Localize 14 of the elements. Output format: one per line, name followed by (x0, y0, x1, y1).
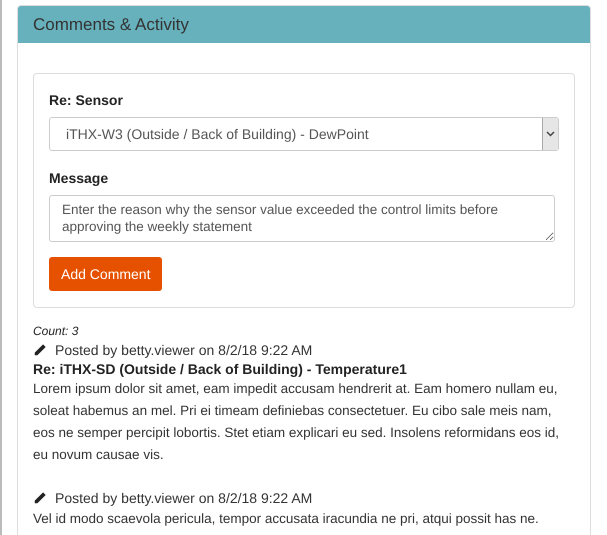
message-field[interactable]: Enter the reason why the sensor value exceeded the control limits before approving the weekly statement (49, 195, 555, 242)
sensor-select[interactable]: iTHX-W3 (Outside / Back of Building) - DewPoint (49, 117, 559, 151)
comment-body: Lorem ipsum dolor sit amet, eam impedit accusam hendrerit at. Eam homero nullam eu, soleat habemus an mel. Pri ei timeam definiebas consectetuer. Eu cibo sale meis nam, eos ne semper percipit lobortis. Stet etiam explicari eu sed. Insolens reformidans eos id, eu novum causae vis. (33, 380, 560, 464)
panel-title: Comments & Activity (33, 14, 189, 36)
pencil-icon (33, 491, 47, 505)
comment-subject: Re: iTHX-SD (Outside / Back of Building) - Temperature1 (33, 360, 408, 378)
comment-body: Vel id modo scaevola pericula, tempor accusata iracundia ne pri, atqui possit has ne. (33, 510, 540, 528)
field-label: Message (49, 169, 110, 188)
comment-meta: Posted by betty.viewer on 8/2/18 9:22 AM (55, 340, 312, 360)
comment-count: Count: 3 (33, 324, 80, 338)
add-comment-button[interactable]: Add Comment (49, 257, 162, 291)
pencil-icon (33, 343, 47, 357)
field-label: Re: Sensor (49, 91, 124, 110)
comment-meta: Posted by betty.viewer on 8/2/18 9:22 AM (55, 488, 312, 508)
